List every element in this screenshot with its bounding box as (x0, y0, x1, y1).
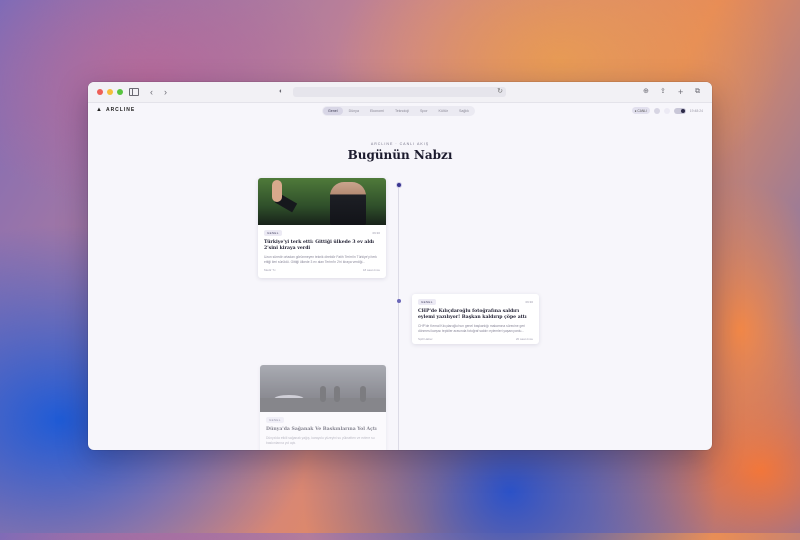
nav-item-spor[interactable]: Spor (415, 107, 433, 115)
news-card[interactable]: GENEL Dünya'da Sağanak Ve Baskınlarına Y… (260, 365, 386, 450)
new-tab-icon[interactable]: + (678, 87, 683, 97)
window-controls (97, 89, 123, 95)
news-age: 18 saat önce (362, 268, 380, 273)
nav-item-teknoloji[interactable]: Teknoloji (390, 107, 414, 115)
category-tag: GENEL (264, 230, 282, 236)
zoom-window-button[interactable] (117, 89, 123, 95)
live-filter-pill[interactable]: ● CANLI (631, 107, 650, 114)
news-card[interactable]: GENEL 09:30 Türkiye'yi terk etti: Gittiğ… (258, 178, 386, 278)
logo-icon: ▲ (96, 107, 103, 113)
nav-item-ekonomi[interactable]: Ekonomi (365, 107, 389, 115)
news-image (260, 365, 386, 412)
site-controls: ● CANLI 19:48:24 (631, 107, 703, 114)
browser-toolbar: ‹ › ◐ ↻ ⊕ ⇪ + ⧉ (88, 82, 712, 103)
timeline-dot (396, 299, 401, 303)
address-bar[interactable]: ↻ (293, 87, 506, 97)
hero-eyebrow: ARCLINE · CANLI AKIŞ (370, 142, 430, 146)
browser-window: ‹ › ◐ ↻ ⊕ ⇪ + ⧉ ▲ ARCLINE Genel Dünya Ek… (88, 82, 712, 450)
news-age: 20 saat önce (515, 337, 533, 342)
download-icon[interactable]: ⊕ (643, 87, 649, 97)
page-title: Bugünün Nabzı (347, 148, 453, 162)
news-image (258, 178, 386, 225)
news-title[interactable]: CHP'de Kılıçdaroğlu fotoğrafına saldırı … (418, 309, 533, 321)
news-summary: CHP'de Kemal Kılıçdaroğlu'nun genel başk… (418, 324, 526, 333)
share-icon[interactable]: ⇪ (660, 87, 666, 97)
news-time: 09:30 (372, 231, 380, 235)
news-summary: Uzun süredir ortadan görünmeyen teknik d… (264, 255, 377, 264)
forward-icon[interactable]: › (164, 87, 167, 97)
search-icon[interactable] (653, 107, 660, 114)
timeline-line (398, 185, 399, 450)
reload-icon[interactable]: ↻ (497, 87, 503, 97)
nav-item-genel[interactable]: Genel (323, 107, 343, 115)
news-title[interactable]: Dünya'da Sağanak Ve Baskınlarına Yol Açt… (266, 427, 380, 433)
news-time: 09:30 (525, 300, 533, 304)
minimize-window-button[interactable] (107, 89, 113, 95)
close-window-button[interactable] (97, 89, 103, 95)
timeline-dot (396, 183, 401, 187)
news-source: Spill Haber (418, 337, 433, 342)
nav-item-kultur[interactable]: Kültür (434, 107, 453, 115)
privacy-shield-icon[interactable]: ◐ (279, 87, 283, 97)
category-tag: GENEL (266, 417, 284, 423)
sidebar-toggle-icon[interactable] (129, 88, 139, 96)
clock: 19:48:24 (689, 108, 703, 113)
tab-overview-icon[interactable]: ⧉ (695, 87, 700, 97)
brand-name: ARCLINE (105, 107, 136, 113)
theme-toggle[interactable] (673, 107, 686, 114)
news-title[interactable]: Türkiye'yi terk etti: Gittiği ülkede 3 e… (264, 240, 380, 252)
site-header: ▲ ARCLINE Genel Dünya Ekonomi Teknoloji … (88, 103, 712, 119)
news-summary: Dünya'da etkili sağanak yağış, karayolu … (266, 436, 375, 445)
news-source: Medir Tv (264, 268, 276, 273)
nav-item-dunya[interactable]: Dünya (344, 107, 364, 115)
settings-icon[interactable] (663, 107, 670, 114)
back-icon[interactable]: ‹ (150, 87, 153, 97)
news-card[interactable]: GENEL 09:30 CHP'de Kılıçdaroğlu fotoğraf… (412, 294, 539, 344)
category-tag: GENEL (418, 299, 436, 305)
site-nav: Genel Dünya Ekonomi Teknoloji Spor Kültü… (322, 106, 475, 116)
site-logo[interactable]: ▲ ARCLINE (96, 107, 135, 113)
nav-item-saglik[interactable]: Sağlık (454, 107, 474, 115)
